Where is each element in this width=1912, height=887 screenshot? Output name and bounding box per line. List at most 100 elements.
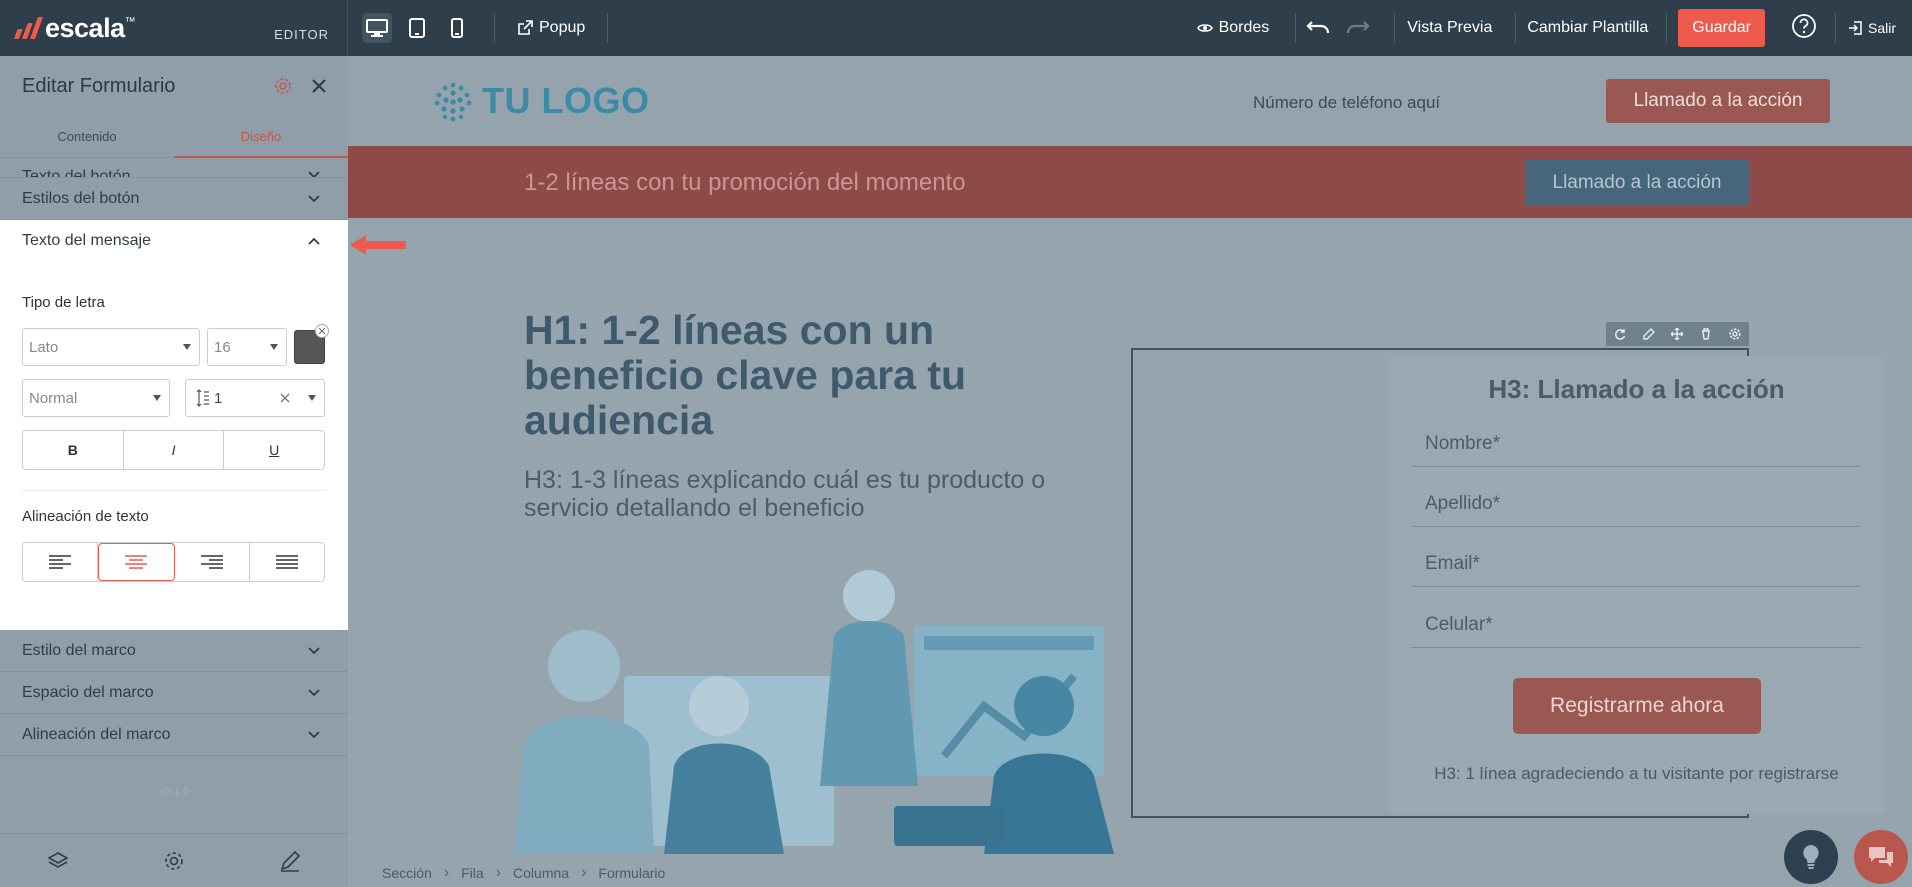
edit-icon[interactable]: [1643, 328, 1655, 340]
hero-subheading[interactable]: H3: 1-3 líneas explicando cuál es tu pro…: [524, 466, 1124, 522]
change-template-button[interactable]: Cambiar Plantilla: [1527, 19, 1648, 37]
italic-button[interactable]: I: [124, 431, 225, 469]
font-family-value: Lato: [29, 338, 59, 356]
phone-number-text[interactable]: Número de teléfono aquí: [1253, 93, 1440, 113]
promo-banner[interactable]: 1-2 líneas con tu promoción del momento …: [348, 146, 1912, 218]
hero-heading[interactable]: H1: 1-2 líneas con un beneficio clave pa…: [524, 308, 1044, 443]
help-button[interactable]: [1791, 13, 1817, 44]
clear-icon[interactable]: [280, 393, 290, 403]
bold-button[interactable]: B: [23, 431, 124, 469]
trash-icon[interactable]: [1700, 328, 1712, 340]
move-icon[interactable]: [1671, 328, 1684, 340]
text-alignment-group: [22, 542, 325, 582]
refresh-icon[interactable]: [1614, 328, 1626, 340]
desktop-icon: [366, 19, 388, 37]
borders-toggle[interactable]: Bordes: [1196, 19, 1269, 37]
settings-icon[interactable]: [163, 850, 185, 872]
registration-form[interactable]: H3: Llamado a la acción Nombre* Apellido…: [1388, 356, 1885, 814]
align-right-button[interactable]: [175, 543, 250, 581]
page-logo[interactable]: TU LOGO: [432, 80, 650, 122]
tablet-view-button[interactable]: [402, 13, 432, 43]
brand-name: escala: [45, 12, 125, 43]
escala-logo-icon: [13, 17, 44, 39]
section-button-text[interactable]: Texto del botón: [0, 158, 348, 178]
active-tab-indicator: [174, 156, 348, 158]
breadcrumb-item[interactable]: Columna: [513, 865, 569, 881]
tips-button[interactable]: [1784, 830, 1838, 884]
team-meeting-illustration[interactable]: [514, 556, 1134, 854]
tab-contenido[interactable]: Contenido: [0, 116, 174, 157]
last-name-field[interactable]: Apellido*: [1411, 481, 1861, 527]
caret-down-icon: [308, 395, 316, 401]
chevron-down-icon: [308, 688, 320, 696]
align-left-icon: [49, 555, 72, 569]
text-style-group: B I U: [22, 430, 325, 470]
toolbar-divider: [1515, 13, 1517, 43]
exit-button[interactable]: Salir: [1848, 20, 1896, 36]
gear-icon[interactable]: [1729, 328, 1741, 340]
align-center-button[interactable]: [98, 543, 175, 581]
font-weight-select[interactable]: Normal: [22, 379, 170, 417]
mobile-field[interactable]: Celular*: [1411, 602, 1861, 648]
header-cta-button[interactable]: Llamado a la acción: [1606, 79, 1830, 123]
save-button[interactable]: Guardar: [1678, 9, 1765, 47]
line-height-icon: [196, 389, 209, 407]
popup-button[interactable]: Popup: [517, 19, 585, 37]
preview-button[interactable]: Vista Previa: [1407, 19, 1492, 37]
section-label: Espacio del marco: [22, 683, 154, 701]
mobile-view-button[interactable]: [442, 13, 472, 43]
first-name-field[interactable]: Nombre*: [1411, 421, 1861, 467]
section-label: Texto del mensaje: [22, 232, 151, 249]
section-button-styles[interactable]: Estilos del botón: [0, 178, 348, 220]
breadcrumb-item[interactable]: Formulario: [598, 865, 665, 881]
register-button[interactable]: Registrarme ahora: [1513, 678, 1761, 734]
font-family-select[interactable]: Lato: [22, 328, 200, 366]
exit-label: Salir: [1867, 20, 1896, 36]
form-element-toolbar: [1606, 322, 1749, 346]
close-icon[interactable]: [312, 79, 326, 93]
change-template-label: Cambiar Plantilla: [1527, 19, 1649, 36]
page-header-section[interactable]: TU LOGO Número de teléfono aquí Llamado …: [348, 56, 1912, 146]
align-left-button[interactable]: [23, 543, 99, 581]
email-field[interactable]: Email*: [1411, 541, 1861, 587]
form-title[interactable]: H3: Llamado a la acción: [1388, 374, 1885, 405]
toolbar-divider: [1394, 13, 1396, 43]
section-message-text[interactable]: Texto del mensaje: [0, 220, 348, 262]
chevron-down-icon: [308, 646, 320, 654]
form-thanks-text[interactable]: H3: 1 línea agradeciendo a tu visitante …: [1388, 764, 1885, 784]
tablet-icon: [409, 18, 425, 38]
tab-diseno[interactable]: Diseño: [174, 116, 348, 157]
chat-button[interactable]: [1854, 830, 1908, 884]
align-justify-button[interactable]: [250, 543, 324, 581]
section-frame-spacing[interactable]: Espacio del marco: [0, 672, 348, 714]
sidebar-header: Editar Formulario: [0, 56, 348, 116]
breadcrumb-item[interactable]: Fila: [461, 865, 484, 881]
chevron-down-icon: [308, 194, 320, 202]
section-frame-style[interactable]: Estilo del marco: [0, 630, 348, 672]
clear-color-button[interactable]: [315, 324, 329, 338]
logo-text: TU LOGO: [482, 80, 650, 121]
font-label: Tipo de letra: [22, 294, 105, 311]
promo-cta-button[interactable]: Llamado a la acción: [1525, 160, 1749, 206]
breadcrumb: Sección › Fila › Columna › Formulario: [382, 864, 665, 882]
pen-icon[interactable]: [279, 850, 301, 872]
font-size-value: 16: [214, 338, 231, 356]
toolbar-divider: [1666, 13, 1668, 43]
undo-button[interactable]: [1306, 18, 1330, 39]
promo-text[interactable]: 1-2 líneas con tu promoción del momento: [524, 169, 966, 197]
layers-icon[interactable]: [47, 851, 69, 871]
brand-trademark: ™: [124, 16, 136, 28]
section-frame-alignment[interactable]: Alineación del marco: [0, 714, 348, 756]
popup-label: Popup: [539, 19, 586, 36]
line-height-select[interactable]: 1: [185, 379, 325, 417]
font-size-select[interactable]: 16: [207, 328, 287, 366]
section-label: Alineación del marco: [22, 725, 171, 743]
redo-icon: [1347, 20, 1370, 33]
toolbar-divider: [1834, 13, 1836, 43]
breadcrumb-item[interactable]: Sección: [382, 865, 432, 881]
settings-gear-icon[interactable]: [274, 77, 292, 95]
font-weight-value: Normal: [29, 389, 78, 407]
redo-button[interactable]: [1346, 18, 1370, 39]
desktop-view-button[interactable]: [362, 13, 392, 43]
underline-button[interactable]: U: [224, 431, 324, 469]
